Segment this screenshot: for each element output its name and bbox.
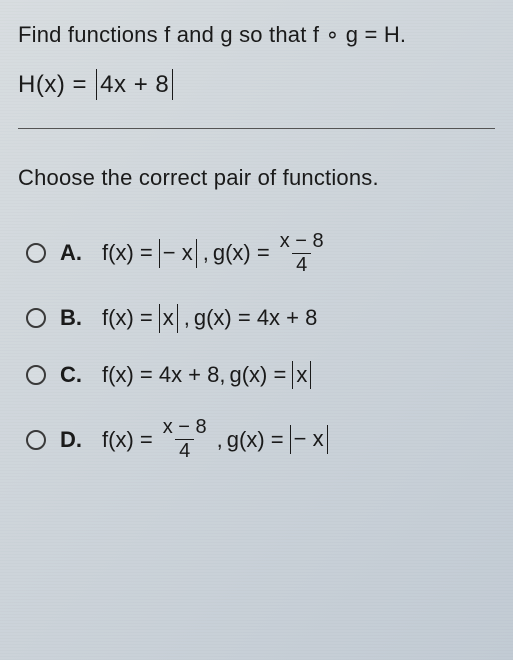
f-abs: x xyxy=(159,304,178,333)
radio-icon xyxy=(26,243,46,263)
f-prefix: f(x) = xyxy=(102,427,153,453)
f-prefix: f(x) = 4x + 8, xyxy=(102,362,226,388)
g-prefix: g(x) = xyxy=(230,362,287,388)
comma: , xyxy=(217,427,223,453)
option-letter: B. xyxy=(60,305,82,331)
option-d-text: f(x) = x − 8 4 , g(x) = − x xyxy=(102,417,330,462)
g-abs: x xyxy=(292,361,311,390)
option-a-text: f(x) = − x , g(x) = x − 8 4 xyxy=(102,231,330,276)
f-prefix: f(x) = xyxy=(102,240,153,266)
g-fraction: x − 8 4 xyxy=(276,231,328,276)
g-prefix: g(x) = xyxy=(213,240,270,266)
frac-den: 4 xyxy=(292,253,311,276)
option-letter: D. xyxy=(60,427,82,453)
radio-icon xyxy=(26,308,46,328)
question-prompt: Find functions f and g so that f ∘ g = H… xyxy=(18,20,495,51)
divider xyxy=(18,128,495,129)
frac-den: 4 xyxy=(175,439,194,462)
option-c[interactable]: C. f(x) = 4x + 8, g(x) = x xyxy=(26,361,495,390)
radio-icon xyxy=(26,430,46,450)
g-abs: − x xyxy=(290,425,328,454)
f-abs: − x xyxy=(159,239,197,268)
equation-abs: 4x + 8 xyxy=(96,69,173,100)
frac-num: x − 8 xyxy=(276,231,328,253)
comma: , xyxy=(184,305,190,331)
option-a[interactable]: A. f(x) = − x , g(x) = x − 8 4 xyxy=(26,231,495,276)
comma: , xyxy=(203,240,209,266)
question-equation: H(x) = 4x + 8 xyxy=(18,69,495,100)
g-prefix: g(x) = xyxy=(227,427,284,453)
equation-lhs: H(x) = xyxy=(18,71,94,98)
instruction: Choose the correct pair of functions. xyxy=(18,165,495,191)
option-letter: A. xyxy=(60,240,82,266)
option-letter: C. xyxy=(60,362,82,388)
option-c-text: f(x) = 4x + 8, g(x) = x xyxy=(102,361,313,390)
option-d[interactable]: D. f(x) = x − 8 4 , g(x) = − x xyxy=(26,417,495,462)
f-fraction: x − 8 4 xyxy=(159,417,211,462)
options-group: A. f(x) = − x , g(x) = x − 8 4 B. f(x) =… xyxy=(18,231,495,462)
frac-num: x − 8 xyxy=(159,417,211,439)
option-b-text: f(x) = x , g(x) = 4x + 8 xyxy=(102,304,317,333)
option-b[interactable]: B. f(x) = x , g(x) = 4x + 8 xyxy=(26,304,495,333)
f-prefix: f(x) = xyxy=(102,305,153,331)
g-prefix: g(x) = 4x + 8 xyxy=(194,305,318,331)
radio-icon xyxy=(26,365,46,385)
